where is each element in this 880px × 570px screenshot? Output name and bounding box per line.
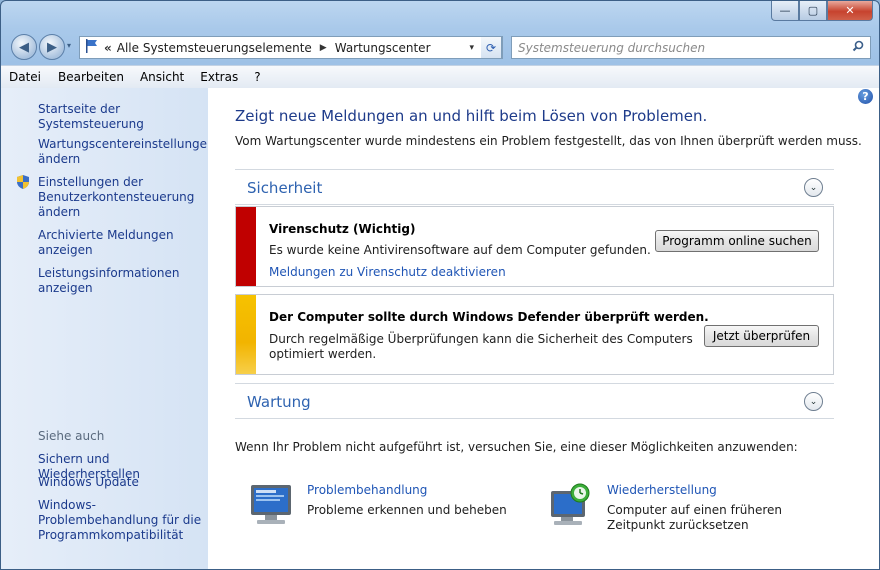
refresh-button[interactable]: ⟳	[481, 36, 502, 59]
sidebar: Startseite der Systemsteuerung Wartungsc…	[1, 88, 215, 569]
chevron-down-icon[interactable]: ⌄	[804, 178, 823, 197]
recent-pages-dropdown[interactable]: ▾	[67, 41, 71, 50]
severity-bar-critical	[236, 207, 256, 286]
navigation-bar: ◀ ▶ ▾ « Alle Systemsteuerungselemente ▶ …	[1, 31, 879, 63]
section-maintenance-title: Wartung	[247, 393, 311, 411]
sidebar-link-windows-update[interactable]: Windows Update	[38, 475, 203, 490]
see-also-heading: Siehe auch	[38, 429, 105, 443]
message-defender-title: Der Computer sollte durch Windows Defend…	[269, 310, 709, 324]
minimize-button[interactable]: —	[771, 1, 799, 21]
disable-antivirus-messages-link[interactable]: Meldungen zu Virenschutz deaktivieren	[269, 265, 506, 279]
troubleshooting-monitor-icon	[251, 485, 291, 524]
menu-view[interactable]: Ansicht	[140, 70, 184, 84]
back-button[interactable]: ◀	[11, 34, 37, 60]
sidebar-link-uac-settings[interactable]: Einstellungen der Benutzerkontensteuerun…	[38, 175, 203, 220]
message-defender-text: Durch regelmäßige Überprüfungen kann die…	[269, 332, 693, 361]
menu-help[interactable]: ?	[254, 70, 260, 84]
severity-bar-warning	[236, 295, 256, 374]
address-overflow-icon[interactable]: «	[104, 41, 112, 55]
find-program-online-button[interactable]: Programm online suchen	[655, 230, 819, 252]
menu-tools[interactable]: Extras	[200, 70, 238, 84]
address-history-dropdown[interactable]: ▾	[469, 43, 474, 53]
refresh-icon: ⟳	[485, 40, 497, 55]
message-antivirus-title: Virenschutz (Wichtig)	[269, 222, 416, 236]
help-icon[interactable]: ?	[858, 89, 873, 104]
sidebar-link-compatibility-troubleshooter[interactable]: Windows-Problembehandlung für die Progra…	[38, 498, 208, 543]
tool-recovery: Wiederherstellung Computer auf einen frü…	[547, 483, 807, 533]
control-panel-flag-icon	[84, 38, 102, 58]
breadcrumb-all-items[interactable]: Alle Systemsteuerungselemente	[117, 41, 312, 55]
forward-button[interactable]: ▶	[39, 34, 65, 60]
section-maintenance[interactable]: Wartung ⌄	[235, 383, 834, 419]
troubleshooting-description: Probleme erkennen und beheben	[307, 503, 507, 517]
message-defender: Der Computer sollte durch Windows Defend…	[235, 294, 834, 375]
page-subtitle: Vom Wartungscenter wurde mindestens ein …	[235, 134, 862, 148]
message-antivirus-text: Es wurde keine Antivirensoftware auf dem…	[269, 243, 651, 257]
message-antivirus: Virenschutz (Wichtig) Es wurde keine Ant…	[235, 206, 834, 287]
breadcrumb-action-center[interactable]: Wartungscenter	[335, 41, 431, 55]
section-security[interactable]: Sicherheit ⌄	[235, 169, 834, 205]
menu-edit[interactable]: Bearbeiten	[58, 70, 124, 84]
back-arrow-icon: ◀	[19, 39, 29, 55]
recovery-description-line1: Computer auf einen früheren	[607, 503, 783, 517]
main-content: ? Zeigt neue Meldungen an und hilft beim…	[208, 88, 879, 569]
sidebar-link-action-center-settings[interactable]: Wartungscentereinstellungen ändern	[38, 137, 215, 167]
address-bar[interactable]: « Alle Systemsteuerungselemente ▶ Wartun…	[79, 36, 503, 59]
search-icon[interactable]	[852, 40, 870, 55]
window: — ▢ ✕ ◀ ▶ ▾ « Alle Systemsteuerungseleme…	[0, 0, 880, 570]
forward-arrow-icon: ▶	[47, 39, 57, 55]
sidebar-link-performance-info[interactable]: Leistungsinformationen anzeigen	[38, 266, 203, 296]
caption-buttons: — ▢ ✕	[771, 1, 873, 21]
tool-troubleshooting: Problembehandlung Probleme erkennen und …	[247, 483, 507, 529]
sidebar-link-archived-messages[interactable]: Archivierte Meldungen anzeigen	[38, 228, 203, 258]
troubleshooting-link[interactable]: Problembehandlung	[307, 483, 427, 497]
breadcrumb-separator-icon[interactable]: ▶	[320, 43, 327, 53]
sidebar-link-home[interactable]: Startseite der Systemsteuerung	[38, 102, 203, 132]
recovery-link[interactable]: Wiederherstellung	[607, 483, 717, 497]
maximize-button[interactable]: ▢	[799, 1, 827, 21]
search-input[interactable]: Systemsteuerung durchsuchen	[518, 41, 852, 55]
search-box[interactable]: Systemsteuerung durchsuchen	[511, 36, 871, 59]
recovery-computer-icon	[551, 483, 590, 525]
menu-bar: Datei Bearbeiten Ansicht Extras ?	[1, 65, 879, 89]
recovery-description-line2: Zeitpunkt zurücksetzen	[607, 518, 749, 532]
uac-shield-icon	[17, 175, 29, 189]
alternatives-hint: Wenn Ihr Problem nicht aufgeführt ist, v…	[235, 440, 798, 454]
section-security-title: Sicherheit	[247, 179, 323, 197]
page-title: Zeigt neue Meldungen an und hilft beim L…	[235, 107, 708, 125]
close-button[interactable]: ✕	[827, 1, 873, 21]
menu-file[interactable]: Datei	[9, 70, 41, 84]
chevron-down-icon[interactable]: ⌄	[804, 392, 823, 411]
recovery-description: Computer auf einen früheren Zeitpunkt zu…	[607, 503, 782, 533]
scan-now-button[interactable]: Jetzt überprüfen	[704, 325, 819, 347]
